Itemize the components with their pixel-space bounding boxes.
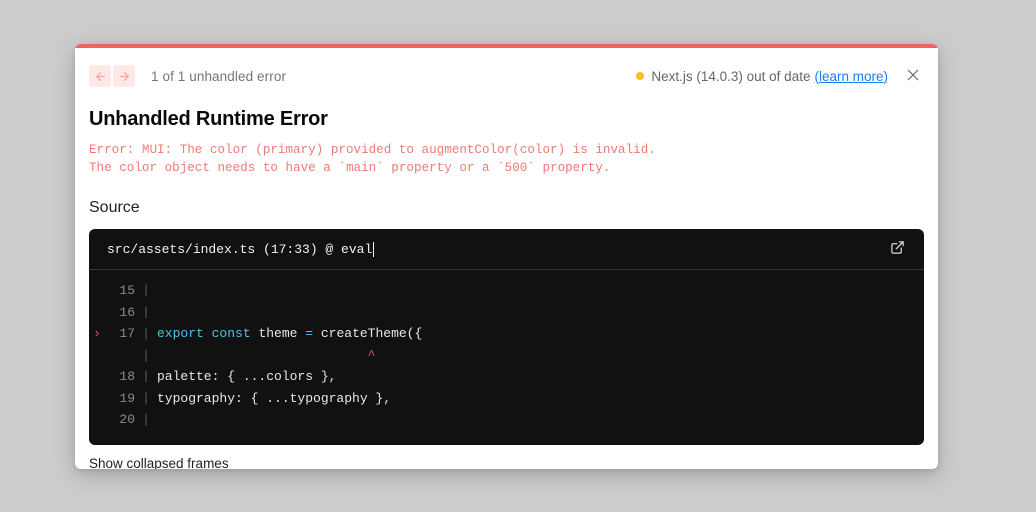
gutter-divider: |	[142, 326, 150, 341]
code-line: 19 | typography: { ...typography },	[89, 388, 924, 410]
line-number: 20	[119, 412, 135, 427]
code-line: 15 |	[89, 280, 924, 302]
code-token: ,	[383, 390, 392, 406]
code-text: export const theme = createTheme({	[157, 323, 422, 345]
version-status-label: Next.js (14.0.3) out of date	[651, 68, 811, 84]
error-message-text: Error: MUI: The color (primary) provided…	[89, 143, 656, 175]
line-number: 19	[119, 390, 135, 406]
source-code-lines: 15 | 16 | › 17 | export const theme = createThe…	[89, 270, 924, 445]
code-line: › 17 | export const theme = createTheme({	[89, 323, 924, 345]
code-text: ^	[157, 347, 376, 363]
source-file-path: src/assets/index.ts (17:33) @ eval	[107, 241, 373, 257]
gutter-divider: |	[142, 283, 150, 298]
version-status-dot	[636, 72, 645, 80]
error-overlay-dialog: 1 of 1 unhandled error Next.js (14.0.3) …	[75, 44, 938, 469]
gutter-divider: |	[142, 369, 150, 384]
version-status-group: Next.js (14.0.3) out of date (learn more…	[636, 65, 924, 87]
code-token: palette: { ...colors }	[157, 369, 329, 384]
code-token: export	[157, 326, 204, 341]
code-line: 18 | palette: { ...colors },	[89, 366, 924, 388]
error-nav-group	[89, 65, 135, 87]
line-number: 18	[119, 369, 135, 384]
close-overlay-button[interactable]	[902, 65, 924, 87]
text-cursor	[373, 241, 375, 257]
code-line: 20 |	[89, 409, 924, 431]
current-line-marker: ›	[93, 326, 101, 341]
arrow-left-icon	[94, 70, 107, 83]
code-line: 16 |	[89, 302, 924, 324]
close-icon	[905, 67, 921, 86]
learn-more-link[interactable]: (learn more)	[814, 69, 888, 84]
show-collapsed-frames-button[interactable]: Show collapsed frames	[89, 456, 229, 470]
gutter-divider: |	[142, 390, 150, 406]
code-text: palette: { ...colors },	[157, 366, 336, 388]
open-in-editor-button[interactable]	[886, 238, 908, 260]
code-token: =	[305, 326, 314, 341]
code-token: typography: { ...typography }	[157, 390, 384, 406]
previous-error-button[interactable]	[89, 65, 111, 87]
line-number: 17	[119, 326, 135, 341]
source-code-card: src/assets/index.ts (17:33) @ eval 15 | 16…	[89, 229, 924, 445]
code-text: typography: { ...typography },	[157, 388, 391, 410]
code-token: ,	[328, 369, 337, 384]
arrow-right-icon	[118, 70, 131, 83]
page-background: 1 of 1 unhandled error Next.js (14.0.3) …	[0, 0, 1036, 512]
line-number: 16	[119, 304, 135, 320]
page-title: Unhandled Runtime Error	[89, 108, 328, 130]
code-caret-line: | ^	[89, 345, 924, 367]
code-token: createTheme({	[313, 326, 423, 341]
error-count-label: 1 of 1 unhandled error	[151, 68, 287, 84]
overlay-header: 1 of 1 unhandled error Next.js (14.0.3) …	[89, 62, 924, 90]
gutter-divider: |	[142, 347, 150, 363]
external-link-icon	[890, 240, 905, 258]
source-file-header: src/assets/index.ts (17:33) @ eval	[89, 229, 924, 270]
gutter-divider: |	[142, 304, 150, 320]
code-token: theme	[250, 326, 306, 341]
code-token: const	[211, 326, 251, 341]
gutter-divider: |	[142, 412, 150, 427]
next-error-button[interactable]	[113, 65, 135, 87]
source-section-heading: Source	[89, 199, 140, 216]
dialog-body: 1 of 1 unhandled error Next.js (14.0.3) …	[75, 48, 938, 469]
line-number: 15	[119, 283, 135, 298]
